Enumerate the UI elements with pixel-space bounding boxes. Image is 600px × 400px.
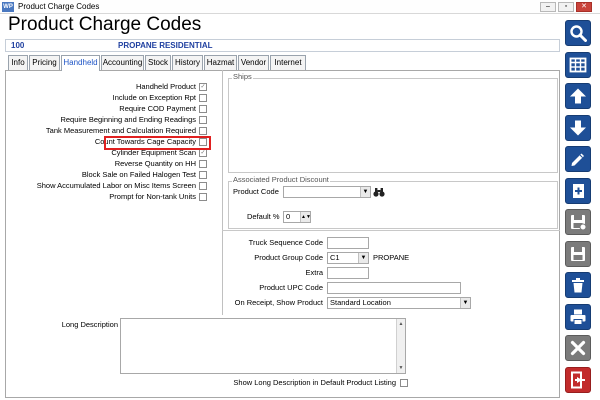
long-description-label: Long Description	[61, 320, 118, 329]
option-label: Handheld Product	[135, 82, 196, 91]
default-pct-spinner[interactable]: 0 ▲▼	[283, 211, 311, 223]
upc-label: Product UPC Code	[259, 283, 323, 292]
option-label: Prompt for Non-tank Units	[109, 192, 196, 201]
page-title: Product Charge Codes	[8, 14, 202, 35]
truck-seq-label: Truck Sequence Code	[248, 238, 323, 247]
option-label: Reverse Quantity on HH	[114, 159, 196, 168]
extra-field[interactable]	[327, 267, 369, 279]
edit-button[interactable]	[565, 146, 591, 172]
option-label: Tank Measurement and Calculation Require…	[45, 126, 196, 135]
save-copy-icon	[571, 215, 587, 231]
ships-group	[228, 78, 558, 173]
option-checkbox[interactable]	[199, 171, 207, 179]
grid-icon	[569, 57, 587, 72]
truck-seq-field[interactable]	[327, 237, 369, 249]
on-receipt-value: Standard Location	[330, 298, 391, 307]
discount-caption: Associated Product Discount	[232, 175, 330, 185]
scroll-down-icon[interactable]: ▼	[398, 365, 404, 371]
chevron-down-icon[interactable]: ▼	[360, 187, 370, 197]
option-checkbox[interactable]	[199, 105, 207, 113]
edit-icon	[571, 153, 584, 166]
tab-info[interactable]: Info	[8, 55, 28, 70]
option-checkbox[interactable]: ✓	[199, 83, 207, 91]
chevron-down-icon[interactable]: ▼	[358, 253, 368, 263]
extra-label: Extra	[305, 268, 323, 277]
product-code-label: Product Code	[233, 187, 279, 196]
search-icon	[570, 25, 587, 42]
tab-pricing[interactable]: Pricing	[29, 55, 60, 70]
option-label: Require Beginning and Ending Readings	[60, 115, 196, 124]
group-code-select[interactable]: C1 ▼	[327, 252, 369, 264]
upc-field[interactable]	[327, 282, 461, 294]
show-long-desc-checkbox[interactable]	[400, 379, 408, 387]
option-checkbox[interactable]	[199, 182, 207, 190]
default-pct-value: 0	[286, 212, 291, 221]
option-checkbox[interactable]	[199, 94, 207, 102]
tab-history[interactable]: History	[172, 55, 203, 70]
delete-icon	[572, 278, 584, 293]
option-label: Require COD Payment	[119, 104, 196, 113]
up-button[interactable]	[565, 83, 591, 109]
tab-hazmat[interactable]: Hazmat	[204, 55, 237, 70]
tab-handheld[interactable]: Handheld	[61, 55, 100, 71]
exit-button[interactable]	[565, 366, 591, 393]
down-icon	[570, 120, 586, 135]
group-code-desc: PROPANE	[373, 253, 410, 262]
record-code: 100	[11, 41, 25, 50]
option-label: Include on Exception Rpt	[112, 93, 196, 102]
save-button[interactable]	[565, 240, 591, 267]
on-receipt-select[interactable]: Standard Location ▼	[327, 297, 471, 309]
tab-vendor[interactable]: Vendor	[238, 55, 269, 70]
down-button[interactable]	[565, 114, 591, 141]
option-checkbox[interactable]	[199, 160, 207, 168]
add-button[interactable]	[565, 177, 591, 204]
cancel-icon	[570, 340, 586, 356]
group-code-value: C1	[330, 253, 340, 262]
save-icon	[571, 246, 585, 261]
option-checkbox[interactable]	[199, 127, 207, 135]
window-title: Product Charge Codes	[18, 2, 100, 11]
option-label: Block Sale on Failed Halogen Test	[81, 170, 196, 179]
minimize-button[interactable]: –	[540, 2, 556, 12]
binoculars-icon[interactable]	[373, 186, 385, 198]
cancel-button[interactable]	[565, 335, 591, 361]
print-icon	[570, 309, 586, 325]
long-description-textarea[interactable]: ▲ ▼	[120, 318, 406, 374]
group-code-label: Product Group Code	[254, 253, 323, 262]
on-receipt-label: On Receipt, Show Product	[234, 298, 323, 307]
close-button[interactable]: ✕	[576, 2, 592, 12]
show-long-desc-label: Show Long Description in Default Product…	[233, 378, 396, 387]
tab-internet[interactable]: Internet	[270, 55, 306, 70]
ships-caption: Ships	[232, 72, 253, 82]
option-checkbox[interactable]: ✓	[199, 149, 207, 157]
add-icon	[573, 183, 584, 198]
delete-button[interactable]	[565, 272, 591, 298]
tab-stock[interactable]: Stock	[145, 55, 171, 70]
cylinder-scan-highlight	[104, 136, 211, 150]
print-button[interactable]	[565, 303, 591, 330]
product-code-select[interactable]: ▼	[283, 186, 371, 198]
chevron-down-icon[interactable]: ▼	[460, 298, 470, 308]
long-description-scrollbar[interactable]: ▲ ▼	[396, 319, 405, 373]
spinner-arrows-icon[interactable]: ▲▼	[300, 212, 311, 222]
panel-divider	[222, 70, 223, 315]
option-label: Show Accumulated Labor on Misc Items Scr…	[36, 181, 196, 190]
tab-accounting[interactable]: Accounting	[101, 55, 144, 70]
default-pct-label: Default %	[247, 212, 280, 221]
restore-button[interactable]: ▫	[558, 2, 574, 12]
record-strip	[5, 39, 560, 52]
option-checkbox[interactable]	[199, 193, 207, 201]
scroll-up-icon[interactable]: ▲	[398, 321, 404, 327]
record-name: PROPANE RESIDENTIAL	[118, 41, 213, 50]
app-icon: WP	[2, 2, 14, 12]
save-copy-button[interactable]	[565, 209, 591, 235]
search-button[interactable]	[565, 20, 591, 46]
up-icon	[570, 88, 586, 104]
grid-button[interactable]	[565, 51, 591, 78]
option-checkbox[interactable]	[199, 116, 207, 124]
exit-icon	[571, 371, 585, 388]
